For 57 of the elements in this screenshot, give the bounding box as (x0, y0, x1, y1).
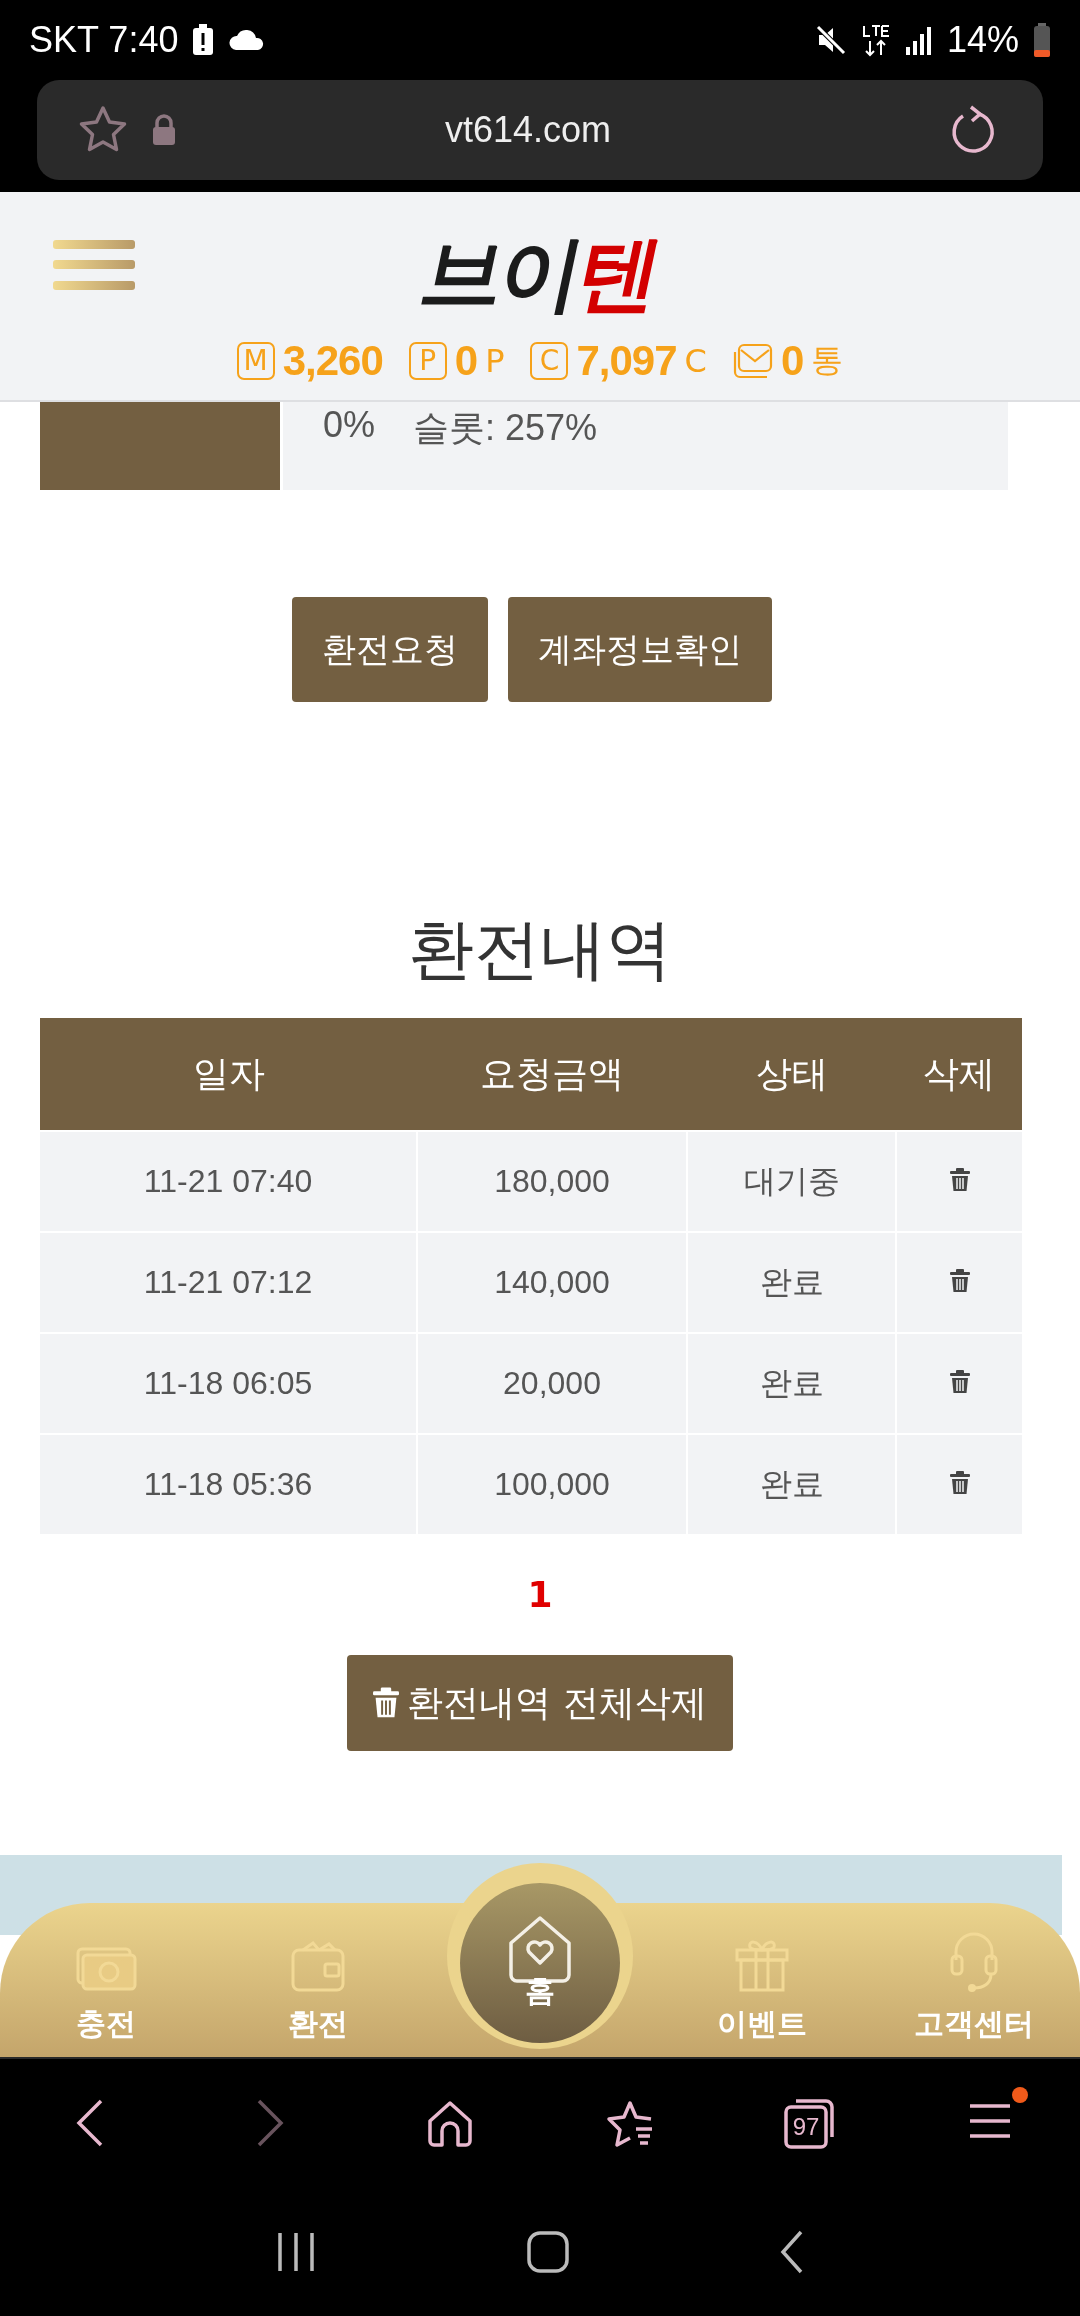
amount-cell: 180,000 (417, 1131, 687, 1232)
date-cell: 11-21 07:12 (40, 1232, 417, 1333)
trash-icon[interactable] (949, 1269, 970, 1293)
signal-icon (904, 25, 933, 55)
amount-cell: 100,000 (417, 1434, 687, 1535)
currency-icon: P (408, 342, 447, 380)
status-cell: 완료 (687, 1333, 896, 1434)
action-button[interactable]: 계좌정보확인 (508, 597, 772, 702)
status-cell: 완료 (687, 1232, 896, 1333)
stat-unit: 통 (811, 340, 844, 381)
battery-percent: 14% (946, 19, 1019, 61)
stat-value: 0 (454, 337, 478, 385)
battery-alert-icon (192, 24, 215, 56)
column-header: 상태 (687, 1018, 896, 1131)
reload-icon[interactable] (949, 104, 997, 156)
home-button-icon[interactable] (527, 2230, 569, 2273)
back-icon[interactable] (75, 2098, 105, 2148)
column-header: 삭제 (896, 1018, 1022, 1131)
stat-value: 7,097 (576, 337, 677, 385)
amount-cell: 140,000 (417, 1232, 687, 1333)
battery-icon (1033, 23, 1051, 57)
home-icon[interactable] (426, 2099, 474, 2147)
trash-icon[interactable] (949, 1370, 970, 1394)
trash-icon[interactable] (949, 1471, 970, 1495)
date-cell: 11-18 06:05 (40, 1333, 417, 1434)
page-link[interactable]: 1 (527, 1574, 553, 1615)
recent-apps-icon[interactable] (275, 2230, 316, 2273)
action-button[interactable]: 환전요청 (292, 597, 488, 702)
menu-icon[interactable] (968, 2101, 1012, 2141)
currency-icon: C (530, 342, 569, 380)
delete-all-button[interactable]: 환전내역 전체삭제 (347, 1655, 733, 1751)
stat-value: 3,260 (282, 337, 383, 385)
date-cell: 11-21 07:40 (40, 1131, 417, 1232)
logo[interactable]: 브이텐 (411, 220, 669, 330)
trash-icon[interactable] (949, 1168, 970, 1192)
section-title: 환전내역 (408, 910, 672, 990)
amount-cell: 20,000 (417, 1333, 687, 1434)
mute-icon (814, 24, 847, 56)
address-bar[interactable]: vt614.com (37, 80, 1043, 180)
stat-unit: P (485, 342, 505, 380)
wallet-icon (289, 1940, 347, 1994)
url-text: vt614.com (443, 109, 613, 151)
lte-icon (860, 23, 891, 57)
stat-unit: C (684, 342, 707, 380)
rate-text: 0% (323, 404, 376, 446)
date-cell: 11-18 05:36 (40, 1434, 417, 1535)
status-time: SKT 7:40 (29, 19, 179, 61)
column-header: 요청금액 (417, 1018, 687, 1131)
rate-text: 슬롯: 257% (413, 406, 598, 450)
column-header: 일자 (40, 1018, 417, 1131)
trash-icon (373, 1687, 400, 1719)
status-cell: 완료 (687, 1434, 896, 1535)
status-cell: 대기중 (687, 1131, 896, 1232)
lock-icon (151, 114, 177, 146)
currency-icon: M (236, 342, 275, 380)
back-icon[interactable] (780, 2229, 805, 2274)
stat-value: 0 (780, 337, 804, 385)
